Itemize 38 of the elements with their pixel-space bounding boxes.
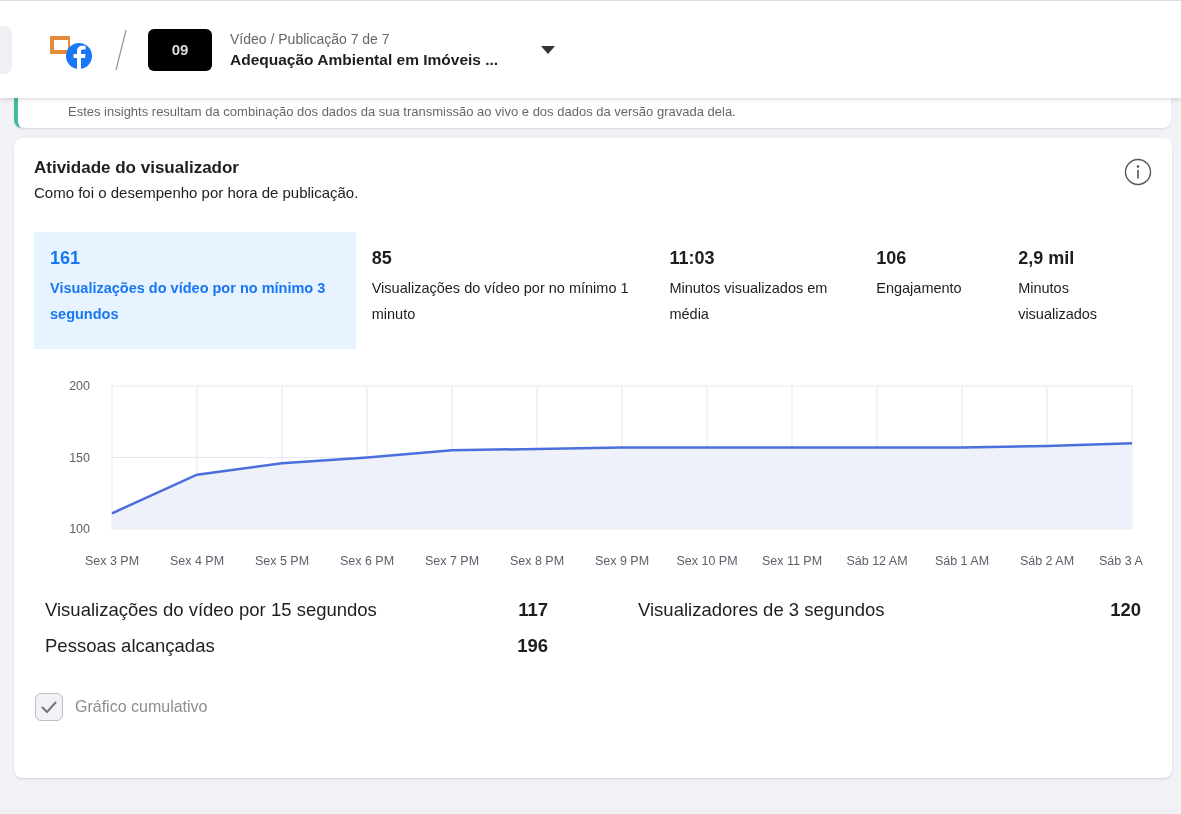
x-axis-label: Sex 3 PM — [84, 554, 140, 568]
breadcrumb-separator-icon — [114, 27, 128, 72]
x-axis-label: Sex 9 PM — [594, 554, 650, 568]
stat-value: 196 — [517, 635, 548, 657]
y-axis-label: 150 — [69, 450, 90, 465]
card-subtitle: Como foi o desempenho por hora de publicação. — [34, 184, 359, 201]
x-axis-label: Sex 10 PM — [676, 554, 738, 568]
y-axis-label: 100 — [69, 522, 90, 536]
card-title: Atividade do visualizador — [34, 158, 240, 178]
stat-value: 117 — [518, 599, 548, 621]
metric-tab[interactable]: 161 Visualizações do vídeo por no mínimo 3 segundos — [34, 232, 356, 349]
banner-text: Estes insights resultam da combinação dos dados da sua transmissão ao vivo e dos dados da versão gravada dela. — [68, 104, 736, 119]
video-thumbnail: 09 — [148, 28, 212, 71]
y-axis-label: 200 — [69, 379, 90, 393]
metric-tab[interactable]: 85 Visualizações do vídeo por no mínimo 1 minuto — [355, 232, 654, 349]
x-axis-label: Sex 11 PM — [761, 554, 823, 568]
x-axis-label: Sáb 3 A — [1099, 554, 1143, 568]
x-axis-label: Sáb 1 AM — [934, 554, 990, 568]
info-icon[interactable] — [1124, 158, 1152, 186]
metric-tab[interactable]: 11:03 Minutos visualizados em média — [653, 232, 861, 349]
breadcrumb-text: Vídeo / Publicação 7 de 7 — [230, 30, 391, 47]
metric-tab[interactable]: 2,9 mil Minutos visualizados — [1002, 232, 1152, 349]
stat-value: 120 — [1110, 599, 1141, 621]
caret-icon[interactable] — [540, 44, 557, 55]
x-axis-label: Sex 4 PM — [169, 554, 225, 568]
checkmark-icon — [40, 700, 58, 714]
x-axis-label: Sex 5 PM — [254, 554, 310, 568]
x-axis-label: Sex 8 PM — [509, 554, 565, 568]
x-axis-label: Sex 6 PM — [339, 554, 395, 568]
video-title: Adequação Ambiental em Imóveis ... — [230, 50, 499, 69]
stat-label: Visualizadores de 3 segundos — [638, 599, 885, 621]
x-axis-label: Sáb 2 AM — [1019, 554, 1075, 568]
x-axis-label: Sáb 12 AM — [846, 554, 908, 568]
metric-tab[interactable]: 106 Engajamento — [860, 232, 1003, 349]
checkbox-label: Gráfico cumulativo — [75, 698, 208, 716]
stat-label: Visualizações do vídeo por 15 segundos — [45, 599, 377, 621]
stat-label: Pessoas alcançadas — [45, 635, 215, 657]
x-axis-label: Sex 7 PM — [424, 554, 480, 568]
